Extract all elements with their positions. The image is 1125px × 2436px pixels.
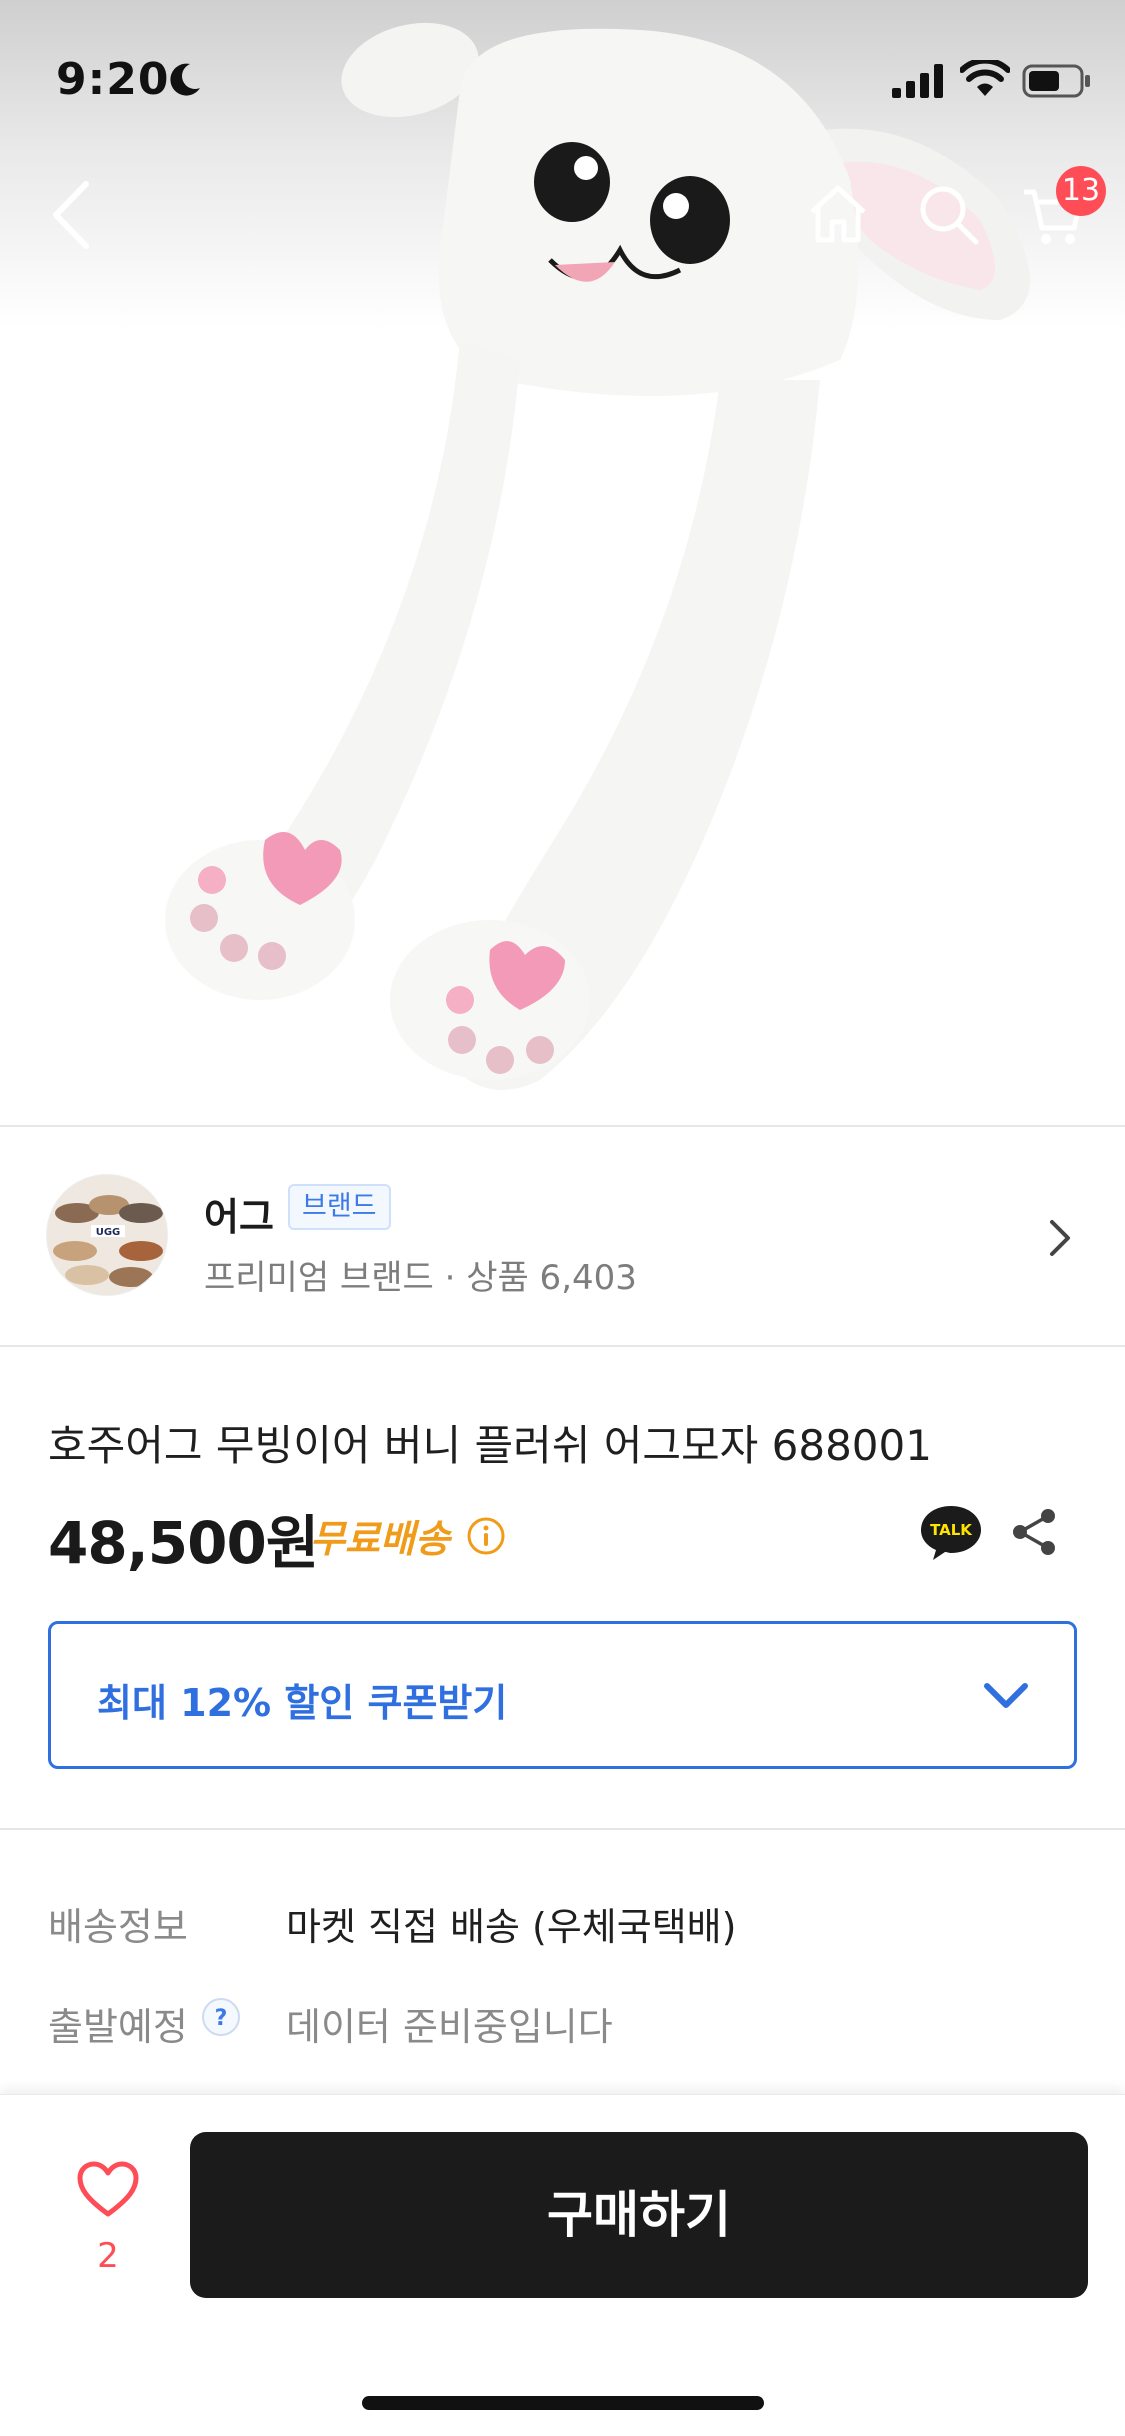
signal-icon — [892, 64, 943, 98]
home-icon[interactable] — [806, 182, 870, 246]
departure-value: 데이터 준비중입니다 — [286, 2005, 613, 2049]
svg-text:?: ? — [215, 2006, 228, 2031]
brand-logo-text: UGG — [96, 1227, 121, 1238]
moon-icon — [170, 63, 200, 96]
shipping-info-value: 마켓 직접 배송 (우체국택배) — [286, 1905, 737, 1949]
product-price: 48,500원 — [48, 1509, 319, 1577]
back-icon[interactable] — [46, 178, 96, 252]
kakao-talk-icon[interactable]: TALK — [918, 1502, 984, 1562]
shipping-info-label: 배송정보 — [48, 1905, 188, 1949]
coupon-label: 최대 12% 할인 쿠폰받기 — [97, 1681, 508, 1725]
chevron-right-icon[interactable] — [1040, 1216, 1080, 1260]
brand-name: 어그 — [204, 1195, 274, 1239]
talk-label: TALK — [930, 1521, 973, 1539]
free-shipping-badge: 무료배송 — [310, 1517, 450, 1561]
chevron-down-icon — [984, 1683, 1028, 1708]
divider — [0, 1125, 1125, 1127]
departure-label: 출발예정 — [48, 2005, 188, 2049]
info-icon[interactable] — [466, 1516, 506, 1556]
brand-logo: UGG — [46, 1174, 168, 1296]
cart-count-badge: 13 — [1056, 166, 1106, 216]
product-image[interactable] — [0, 0, 1125, 1125]
battery-icon — [1022, 64, 1090, 98]
home-indicator — [362, 2396, 764, 2410]
share-icon[interactable] — [1008, 1506, 1060, 1558]
divider — [0, 1345, 1125, 1347]
brand-badge: 브랜드 — [288, 1184, 391, 1230]
like-count: 2 — [97, 2236, 119, 2276]
heart-icon[interactable] — [76, 2160, 140, 2220]
buy-button[interactable]: 구매하기 — [190, 2132, 1088, 2298]
wifi-icon — [960, 60, 1010, 96]
brand-logo-image: UGG — [47, 1175, 167, 1295]
divider — [0, 1828, 1125, 1830]
coupon-button[interactable]: 최대 12% 할인 쿠폰받기 — [48, 1621, 1077, 1769]
bunny-hat-image — [165, 22, 1030, 1090]
status-bar: 9:20 — [0, 0, 1125, 130]
help-icon[interactable]: ? — [200, 1996, 242, 2038]
status-time: 9:20 — [56, 54, 170, 105]
brand-subtitle: 프리미엄 브랜드 · 상품 6,403 — [204, 1258, 637, 1298]
search-icon[interactable] — [916, 182, 980, 246]
product-title: 호주어그 무빙이어 버니 플러쉬 어그모자 688001 — [48, 1421, 932, 1470]
